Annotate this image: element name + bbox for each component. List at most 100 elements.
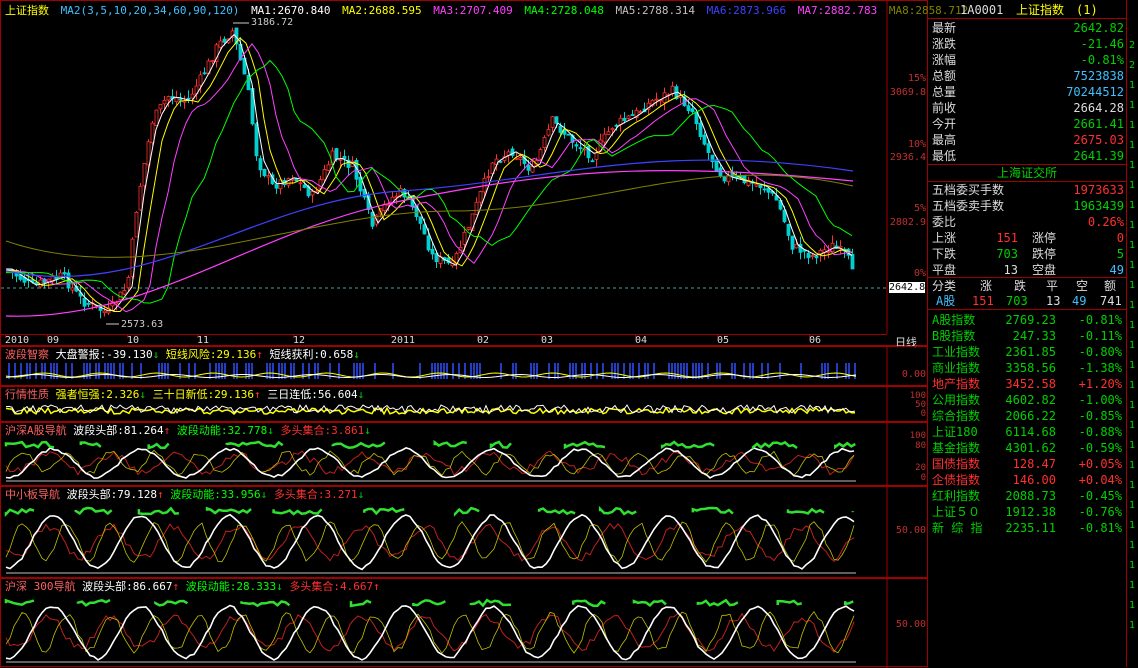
y-axis-label: 5%: [913, 203, 926, 214]
ind4-axis-label: 50.00: [895, 525, 926, 536]
index-price: 2066.22: [1005, 409, 1056, 423]
breadth-label: 上涨: [932, 231, 957, 245]
ind3-item-3: 多头集合:3.861: [280, 424, 365, 437]
index-row[interactable]: 工业指数 2361.85 -0.80%: [932, 344, 1124, 360]
index-row[interactable]: 基金指数 4301.62 -0.59%: [932, 440, 1124, 456]
index-row[interactable]: 上证５０ 1912.38 -0.76%: [932, 504, 1124, 520]
ind2-axis-label: 0: [920, 409, 926, 419]
breadth-label: 下跌: [932, 247, 957, 261]
index-row[interactable]: 上证180 6114.68 -0.88%: [932, 424, 1124, 440]
index-name: A股指数: [932, 313, 976, 327]
index-name: 工业指数: [932, 345, 981, 359]
indicator-panel-3[interactable]: 沪深A股导航 波段头部:81.264↑ 波段动能:32.778↓ 多头集合:3.…: [0, 422, 928, 487]
ind1-axis-label: 0.00: [901, 369, 926, 380]
kline-chart[interactable]: [1, 1, 929, 347]
chart-title: 上证指数: [5, 4, 49, 17]
arrow-icon: ↑: [373, 580, 380, 593]
indicator-5-title: 沪深 300导航: [5, 580, 76, 593]
index-row[interactable]: 企债指数 146.00 +0.04%: [932, 472, 1124, 488]
ind5-item-2: 波段动能:28.333: [185, 580, 277, 593]
index-row[interactable]: 红利指数 2088.73 -0.45%: [932, 488, 1124, 504]
high-marker-label: 3186.72: [251, 17, 294, 28]
quote-row-value: 2664.28: [1073, 101, 1124, 115]
ma4-label: MA4:2728.048: [524, 4, 604, 17]
arrow-icon: ↑: [256, 348, 263, 361]
index-price: 2235.11: [1005, 521, 1056, 535]
order-row-value: 0.26%: [1087, 215, 1124, 229]
y-axis-label: 2936.4: [889, 152, 926, 163]
ind5-item-1: 波段头部:86.667: [82, 580, 173, 593]
cat-head-empty: 空: [1076, 279, 1089, 293]
index-price: 4301.62: [1005, 441, 1056, 455]
index-price: 4602.82: [1005, 393, 1056, 407]
indicator-5-header: 沪深 300导航 波段头部:86.667↑ 波段动能:28.333↓ 多头集合:…: [5, 580, 380, 593]
x-axis-label: 2010: [5, 335, 30, 346]
order-row-label: 委比: [932, 215, 957, 229]
index-row[interactable]: B股指数 247.33 -0.11%: [932, 328, 1124, 344]
quote-row-value: 2642.82: [1073, 21, 1124, 35]
cat-down: 703: [1006, 294, 1028, 308]
quote-name: 上证指数: [1016, 3, 1065, 17]
quote-suffix: (1): [1076, 3, 1098, 17]
index-change: -0.80%: [1078, 345, 1122, 359]
y-axis-label: 10%: [907, 139, 926, 150]
right-scroll-edge[interactable]: 221111111111111111111111111111: [1126, 0, 1138, 667]
ind1-item-3: 短线获利:0.658: [269, 348, 354, 361]
index-name: 新 综 指: [932, 521, 983, 535]
y-axis-label: 3069.8: [889, 87, 926, 98]
ma7-label: MA7:2882.783: [797, 4, 878, 17]
arrow-icon: ↓: [267, 424, 274, 437]
index-row[interactable]: 地产指数 3452.58 +1.20%: [932, 376, 1124, 392]
quote-row-value: 2675.03: [1073, 133, 1124, 147]
category-row[interactable]: A股 151 703 13 49 741: [928, 293, 1126, 310]
index-change: -1.38%: [1078, 361, 1122, 375]
ma1-label: MA1:2670.840: [251, 4, 331, 17]
quote-row-value: -21.46: [1080, 37, 1124, 51]
ind3-item-2: 波段动能:32.778: [176, 424, 268, 437]
index-row[interactable]: A股指数 2769.23 -0.81%: [932, 312, 1124, 328]
index-row[interactable]: 综合指数 2066.22 -0.85%: [932, 408, 1124, 424]
index-row[interactable]: 公用指数 4602.82 -1.00%: [932, 392, 1124, 408]
index-name: 上证180: [932, 425, 978, 439]
x-axis-label: 06: [809, 335, 822, 346]
x-axis-label: 09: [47, 335, 60, 346]
index-name: B股指数: [932, 329, 976, 343]
index-change: -0.88%: [1078, 425, 1122, 439]
index-name: 公用指数: [932, 393, 981, 407]
breadth-value: 703: [996, 247, 1018, 261]
index-name: 基金指数: [932, 441, 981, 455]
ind3-axis-label: 80: [915, 441, 926, 451]
order-row-value: 1963439: [1073, 199, 1124, 213]
breadth-value: 5: [1116, 247, 1124, 261]
indicator-panel-5[interactable]: 沪深 300导航 波段头部:86.667↑ 波段动能:28.333↓ 多头集合:…: [0, 578, 928, 668]
index-change: -0.81%: [1078, 521, 1122, 535]
index-row[interactable]: 国债指数 128.47 +0.05%: [932, 456, 1124, 472]
breadth-value: 151: [996, 231, 1018, 245]
quote-row: 涨跌 -21.46: [932, 36, 1124, 52]
index-row[interactable]: 新 综 指 2235.11 -0.81%: [932, 520, 1124, 536]
indicator-panel-2[interactable]: 行情性质 强者恒强:2.326↓ 三十日新低:29.136↑ 三日连低:56.6…: [0, 386, 928, 423]
quote-row-label: 总量: [932, 85, 957, 99]
quote-code: 1A0001: [960, 3, 1004, 17]
ind3-axis-label: 20: [915, 463, 926, 473]
arrow-icon: ↓: [353, 348, 360, 361]
ind5-axis-label: 50.00: [895, 619, 926, 630]
index-name: 地产指数: [932, 377, 981, 391]
quote-row-value: 70244512: [1066, 85, 1124, 99]
exchange-name: 上海证交所: [928, 164, 1126, 182]
index-price: 247.33: [1012, 329, 1056, 343]
indicator-panel-4[interactable]: 中小板导航 波段头部:79.128↑ 波段动能:33.956↓ 多头集合:3.2…: [0, 486, 928, 579]
cat-head-class: 分类: [932, 279, 957, 293]
order-row: 五档委买手数 1973633: [932, 182, 1124, 198]
index-price: 3452.58: [1005, 377, 1056, 391]
index-change: +0.05%: [1078, 457, 1122, 471]
quote-row-value: -0.81%: [1080, 53, 1124, 67]
arrow-icon: ↓: [364, 424, 371, 437]
index-row[interactable]: 商业指数 3358.56 -1.38%: [932, 360, 1124, 376]
x-axis-label: 02: [477, 335, 490, 346]
main-kline-panel[interactable]: 上证指数 MA2(3,5,10,20,34,60,90,120) MA1:267…: [0, 0, 968, 349]
quote-header[interactable]: 1A0001 上证指数 (1): [928, 2, 1126, 19]
arrow-icon: ↑: [253, 388, 261, 401]
indicator-panel-1[interactable]: 波段智察 大盘警报:-39.130↓ 短线风险:29.136↑ 短线获利:0.6…: [0, 346, 928, 387]
ind3-axis-label: 100: [909, 431, 926, 441]
